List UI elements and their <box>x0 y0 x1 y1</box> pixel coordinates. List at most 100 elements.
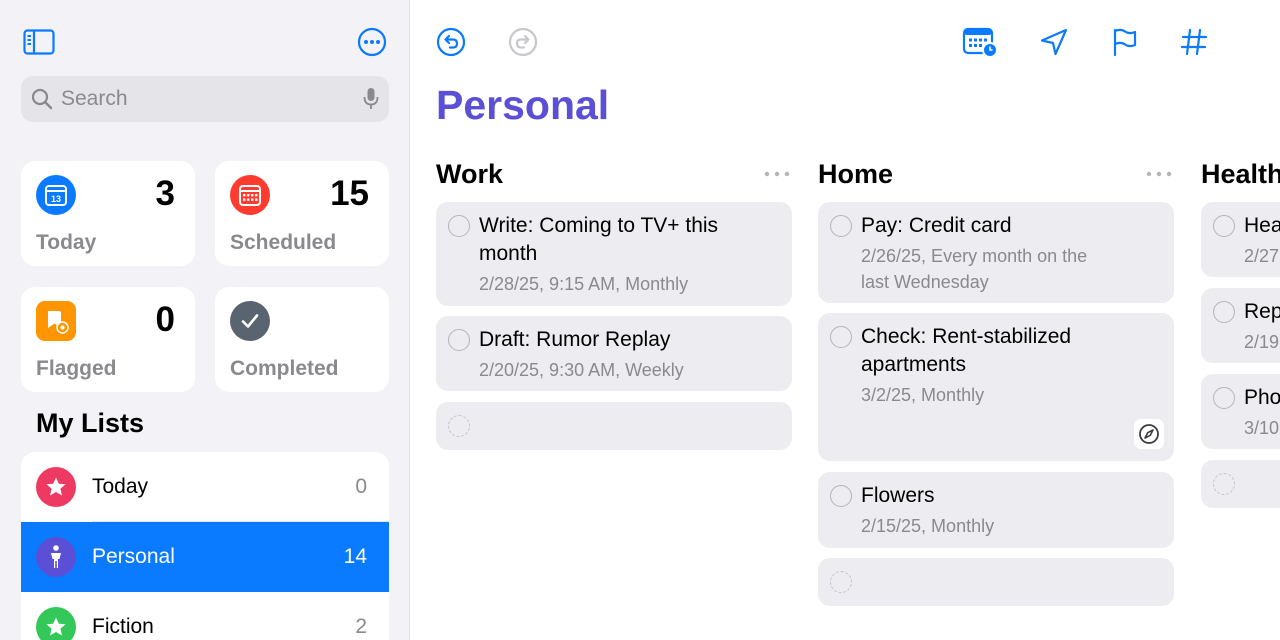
sidebar-toggle-button[interactable] <box>23 27 55 57</box>
task-title: Check: Rent-stabilized apartments <box>861 325 1072 376</box>
list-count: 0 <box>355 475 367 498</box>
flagged-count: 0 <box>155 300 175 339</box>
smart-list-today-card[interactable]: 13 3 Today <box>21 161 195 266</box>
new-task-circle <box>1213 473 1235 495</box>
new-task-placeholder[interactable] <box>436 402 792 450</box>
task-complete-toggle[interactable] <box>448 215 470 237</box>
sidebar-icon <box>23 29 55 55</box>
compass-icon <box>1139 424 1159 444</box>
task-complete-toggle[interactable] <box>1213 215 1235 237</box>
tag-button[interactable] <box>1176 24 1212 60</box>
my-lists-heading: My Lists <box>36 408 145 438</box>
column-header: Home <box>818 156 1174 192</box>
date-time-button[interactable] <box>962 24 998 60</box>
column-title: Home <box>818 158 894 189</box>
star-icon <box>36 607 76 640</box>
smart-list-scheduled-card[interactable]: 15 Scheduled <box>215 161 389 266</box>
scheduled-label: Scheduled <box>230 231 337 254</box>
sidebar: Search 13 3 Today 15 Scheduled 0 Flagged… <box>0 0 410 640</box>
task-card[interactable]: Write: Coming to TV+ this month 2/28/25,… <box>436 202 792 306</box>
task-card[interactable]: Hea 2/27 <box>1201 202 1280 277</box>
task-complete-toggle[interactable] <box>1213 301 1235 323</box>
search-field[interactable]: Search <box>21 76 389 122</box>
calendar-13-icon: 13 <box>36 175 76 215</box>
task-title: Draft: Rumor Replay <box>479 328 671 351</box>
completed-label: Completed <box>230 357 339 380</box>
task-subtitle: 2/15/25, Monthly <box>861 516 995 536</box>
task-complete-toggle[interactable] <box>448 329 470 351</box>
search-icon <box>31 88 53 110</box>
svg-text:13: 13 <box>51 194 61 204</box>
task-card[interactable]: Pho 3/10 <box>1201 374 1280 449</box>
checkmark-icon <box>230 301 270 341</box>
my-lists: Today 0 Personal 14 Fiction 2 <box>21 452 389 640</box>
flag-icon <box>1113 28 1137 57</box>
task-card[interactable]: Check: Rent-stabilized apartments 3/2/25… <box>818 313 1174 461</box>
new-task-circle <box>830 571 852 593</box>
calendar-grid-icon <box>230 175 270 215</box>
task-subtitle: 3/10 <box>1244 418 1280 438</box>
task-title: Rep <box>1244 300 1280 323</box>
task-title: Flowers <box>861 484 935 507</box>
task-subtitle: 3/2/25, Monthly <box>861 385 985 405</box>
microphone-icon[interactable] <box>363 87 379 111</box>
new-task-placeholder[interactable] <box>1201 460 1280 508</box>
redo-button[interactable] <box>505 24 541 60</box>
new-task-placeholder[interactable] <box>818 558 1174 606</box>
list-name: Fiction <box>92 615 154 638</box>
flag-button[interactable] <box>1107 24 1143 60</box>
list-count: 14 <box>343 545 367 568</box>
list-name: Today <box>92 475 149 498</box>
task-complete-toggle[interactable] <box>830 326 852 348</box>
task-subtitle: 2/26/25, Every month on the last Wednesd… <box>861 246 1088 292</box>
calendar-clock-icon <box>962 27 998 58</box>
location-button[interactable] <box>1036 24 1072 60</box>
task-complete-toggle[interactable] <box>830 215 852 237</box>
column-header: Work <box>436 156 792 192</box>
person-icon <box>36 537 76 577</box>
redo-icon <box>508 27 538 57</box>
list-item-personal[interactable]: Personal 14 <box>21 522 389 592</box>
undo-button[interactable] <box>433 24 469 60</box>
flagged-person-icon <box>36 301 76 341</box>
task-complete-toggle[interactable] <box>1213 387 1235 409</box>
today-label: Today <box>36 231 97 254</box>
task-link-badge[interactable] <box>1134 419 1164 449</box>
column-more-button[interactable] <box>762 164 792 184</box>
column-header: Health <box>1201 156 1280 192</box>
more-options-button[interactable] <box>356 27 388 57</box>
task-subtitle: 2/20/25, 9:30 AM, Weekly <box>479 360 684 380</box>
task-card[interactable]: Flowers 2/15/25, Monthly <box>818 472 1174 548</box>
page-title: Personal <box>436 82 610 128</box>
task-card[interactable]: Pay: Credit card 2/26/25, Every month on… <box>818 202 1174 303</box>
smart-list-flagged-card[interactable]: 0 Flagged <box>21 287 195 392</box>
ellipsis-icon <box>1146 171 1172 177</box>
location-arrow-icon <box>1040 28 1068 56</box>
list-item-fiction[interactable]: Fiction 2 <box>21 592 389 640</box>
list-item-today[interactable]: Today 0 <box>21 452 389 522</box>
task-card[interactable]: Rep 2/19 <box>1201 288 1280 363</box>
task-card[interactable]: Draft: Rumor Replay 2/20/25, 9:30 AM, We… <box>436 316 792 391</box>
flagged-label: Flagged <box>36 357 117 380</box>
task-title: Hea <box>1244 214 1280 237</box>
task-complete-toggle[interactable] <box>830 485 852 507</box>
task-subtitle: 2/28/25, 9:15 AM, Monthly <box>479 274 689 294</box>
star-icon <box>36 467 76 507</box>
list-name: Personal <box>92 545 175 568</box>
ellipsis-circle-icon <box>357 27 387 57</box>
search-placeholder: Search <box>61 87 128 110</box>
column-work: Work Write: Coming to TV+ this month 2/2… <box>436 156 792 450</box>
hashtag-icon <box>1180 28 1208 56</box>
task-title: Write: Coming to TV+ this month <box>479 214 719 265</box>
task-title: Pho <box>1244 386 1280 409</box>
new-task-circle <box>448 415 470 437</box>
ellipsis-icon <box>764 171 790 177</box>
column-title: Work <box>436 158 504 189</box>
task-subtitle: 2/19 <box>1244 332 1280 352</box>
smart-list-completed-card[interactable]: Completed <box>215 287 389 392</box>
task-subtitle: 2/27 <box>1244 246 1280 266</box>
column-home: Home Pay: Credit card 2/26/25, Every mon… <box>818 156 1174 606</box>
column-more-button[interactable] <box>1144 164 1174 184</box>
scheduled-count: 15 <box>330 174 369 213</box>
column-health: Health Hea 2/27 Rep 2/19 Pho 3/10 <box>1201 156 1280 516</box>
